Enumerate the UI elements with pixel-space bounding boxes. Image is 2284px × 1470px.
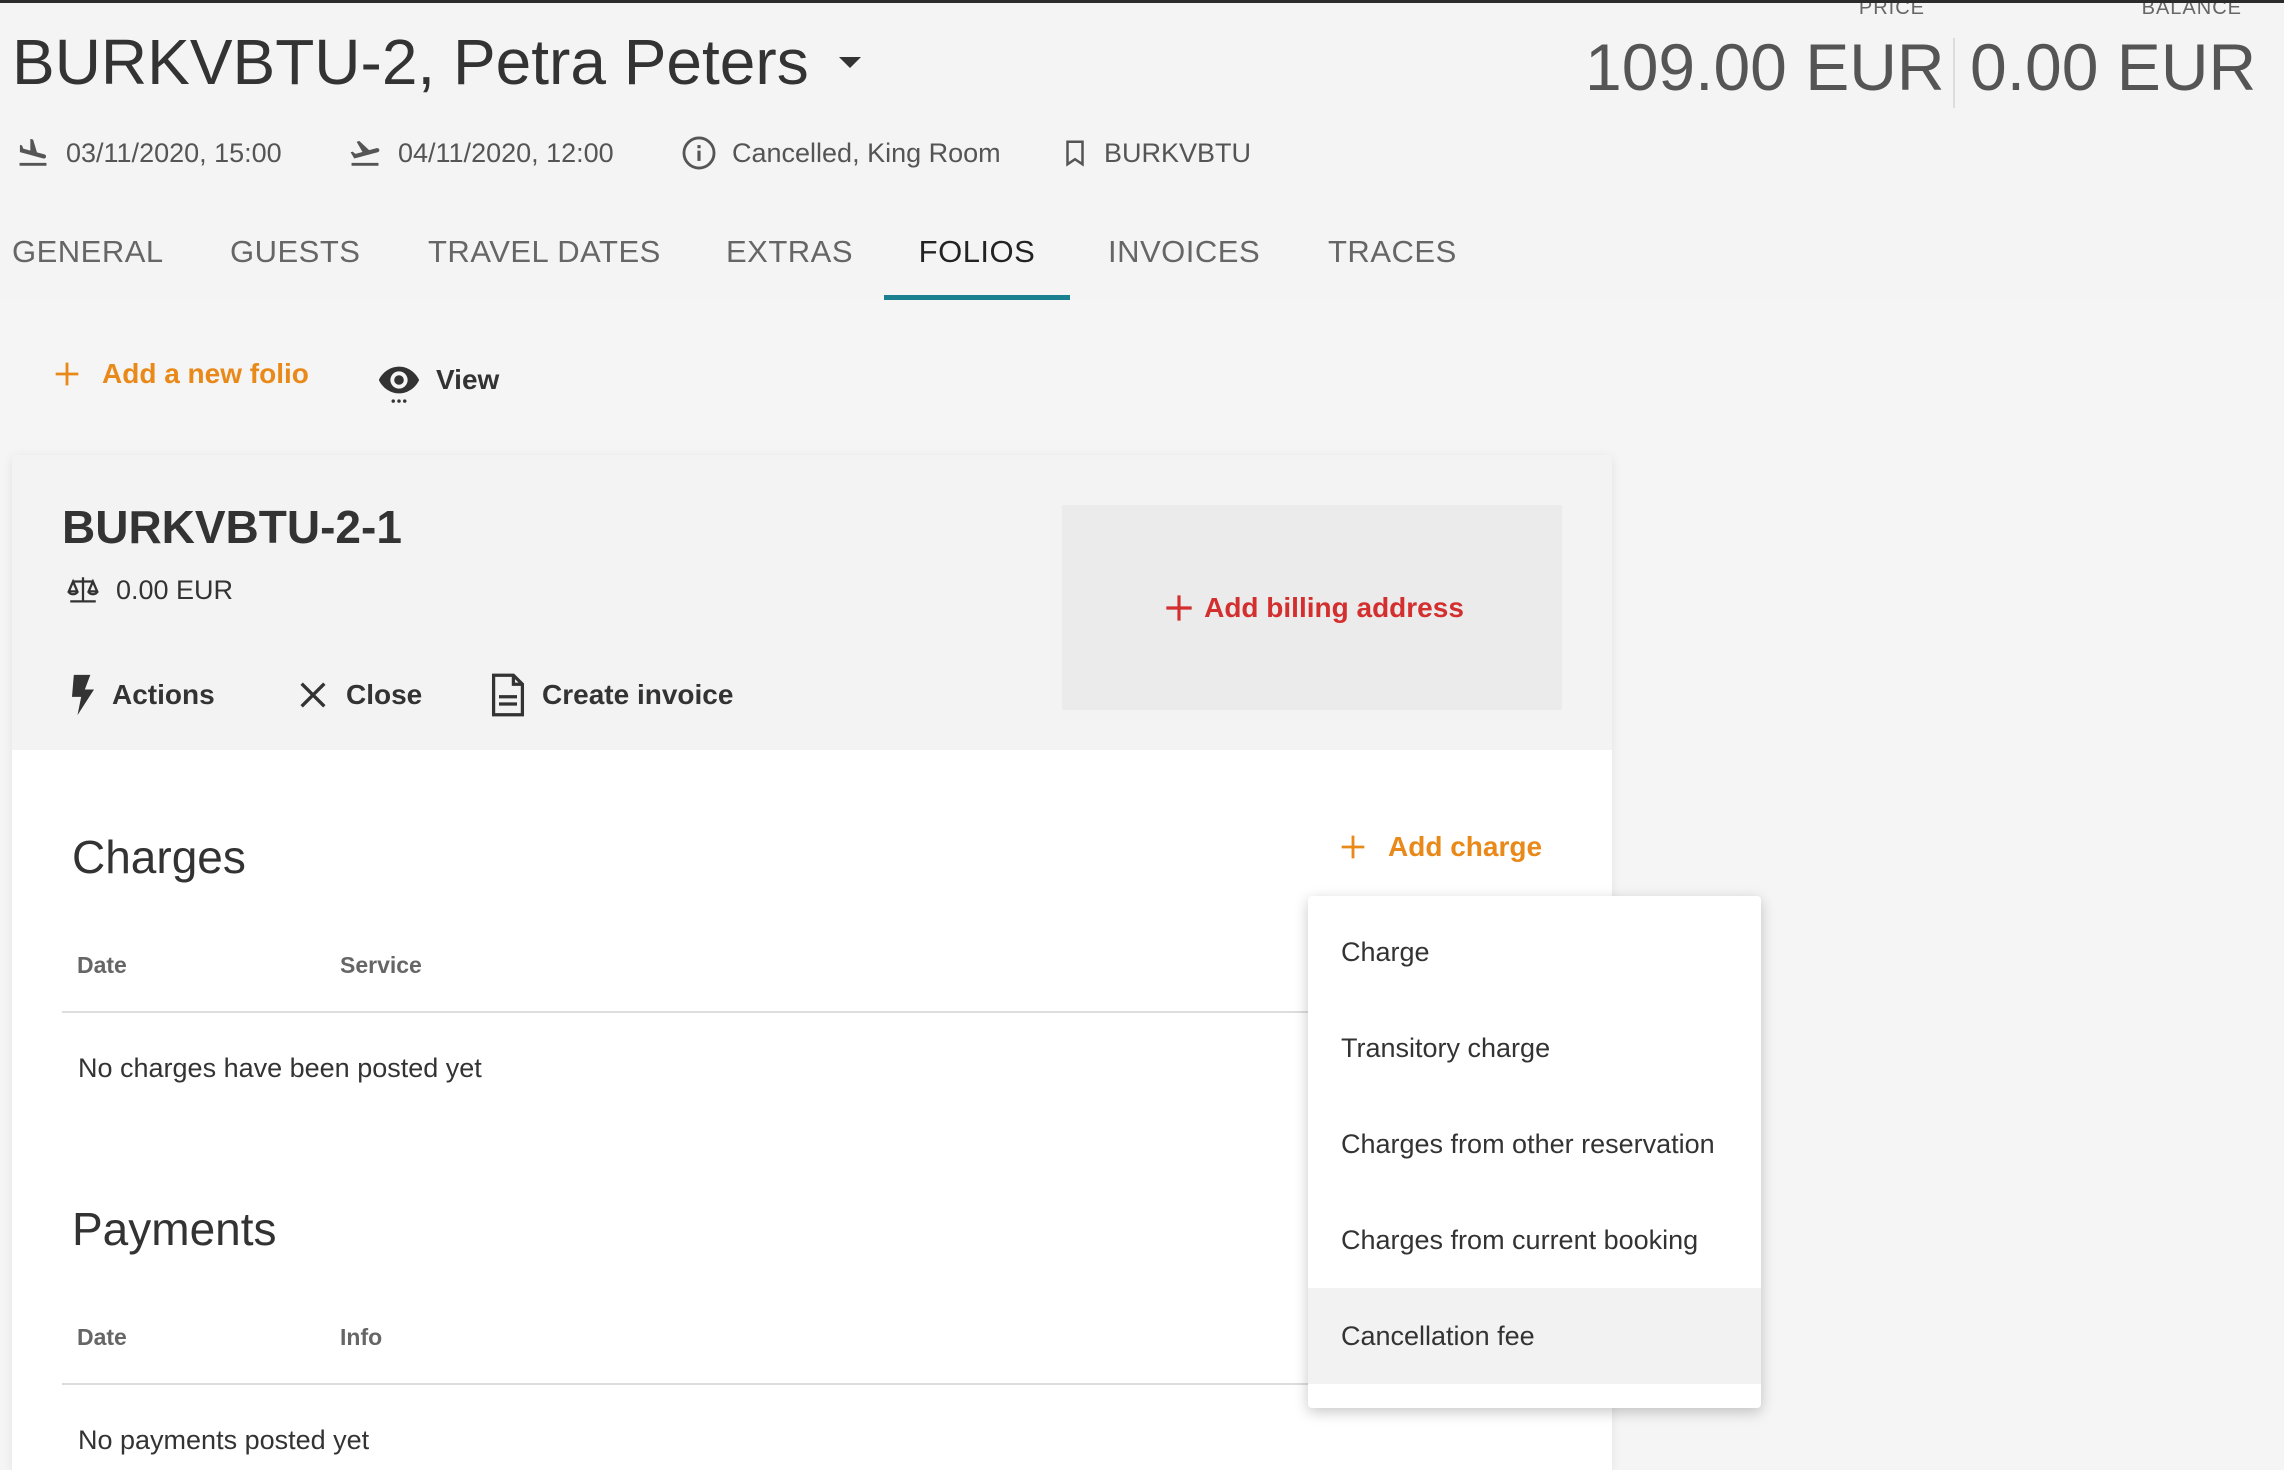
departure-date: 04/11/2020, 12:00 bbox=[398, 137, 614, 168]
flight-land-icon bbox=[19, 138, 47, 166]
reservation-status: Cancelled, King Room bbox=[732, 137, 1001, 168]
close-icon bbox=[300, 682, 326, 708]
plus-icon bbox=[1341, 835, 1365, 859]
folio-name: BURKVBTU-2-1 bbox=[62, 501, 402, 553]
add-folio-label: Add a new folio bbox=[102, 358, 309, 389]
billing-address-box: Add billing address bbox=[1062, 505, 1562, 710]
folio-header: BURKVBTU-2-1 0.00 EUR Actions Close Crea… bbox=[12, 455, 1612, 750]
close-label: Close bbox=[346, 679, 423, 710]
tab-guests[interactable]: GUESTS bbox=[230, 218, 360, 300]
caret-down-icon[interactable] bbox=[838, 56, 861, 68]
close-folio-button[interactable]: Close bbox=[296, 670, 422, 720]
booking-id[interactable]: BURKVBTU bbox=[1104, 138, 1251, 169]
tab-general[interactable]: GENERAL bbox=[12, 218, 163, 300]
payments-col-info: Info bbox=[340, 1324, 383, 1350]
add-charge-label: Add charge bbox=[1388, 831, 1543, 862]
menu-item-charge[interactable]: Charge bbox=[1308, 904, 1761, 1000]
add-charge-button[interactable]: Add charge bbox=[1336, 830, 1542, 864]
balance-scale-icon bbox=[67, 577, 99, 603]
tab-travel-dates[interactable]: TRAVEL DATES bbox=[428, 218, 660, 300]
plus-icon bbox=[1166, 594, 1192, 621]
balance-label: BALANCE bbox=[2141, 3, 2242, 19]
add-folio-button[interactable]: Add a new folio bbox=[50, 357, 309, 391]
view-button[interactable]: View bbox=[376, 357, 499, 403]
bookmark-icon bbox=[1066, 140, 1084, 167]
divider bbox=[1953, 38, 1955, 108]
folio-balance: 0.00 EUR bbox=[64, 573, 233, 607]
add-charge-menu: Charge Transitory charge Charges from ot… bbox=[1308, 896, 1761, 1408]
reservation-title-dropdown[interactable]: BURKVBTU-2, Petra Peters bbox=[12, 25, 861, 99]
payments-title: Payments bbox=[72, 1203, 277, 1255]
reservation-tabs: GENERAL GUESTS TRAVEL DATES EXTRAS FOLIO… bbox=[0, 218, 1500, 300]
menu-item-transitory-charge[interactable]: Transitory charge bbox=[1308, 1000, 1761, 1096]
add-billing-address-button[interactable]: Add billing address bbox=[1160, 589, 1464, 627]
payments-col-date: Date bbox=[77, 1324, 127, 1350]
charges-title: Charges bbox=[72, 831, 246, 883]
add-billing-label: Add billing address bbox=[1204, 591, 1464, 623]
charges-divider bbox=[62, 1011, 1342, 1013]
actions-label: Actions bbox=[112, 679, 215, 710]
tab-invoices[interactable]: INVOICES bbox=[1108, 218, 1260, 300]
charges-col-date: Date bbox=[77, 952, 127, 978]
charges-col-service: Service bbox=[340, 952, 422, 978]
arrival-date: 03/11/2020, 15:00 bbox=[66, 137, 282, 168]
reservation-header: BURKVBTU-2, Petra Peters PRICE 109.00 EU… bbox=[0, 3, 2284, 300]
flight-takeoff-icon bbox=[350, 141, 380, 166]
balance-value: 0.00 EUR bbox=[1970, 30, 2257, 104]
page-title: BURKVBTU-2, Petra Peters bbox=[12, 26, 809, 98]
departure-info: 04/11/2020, 12:00 bbox=[346, 133, 614, 173]
tab-traces[interactable]: TRACES bbox=[1328, 218, 1456, 300]
menu-item-cancellation-fee[interactable]: Cancellation fee bbox=[1308, 1288, 1761, 1384]
create-invoice-label: Create invoice bbox=[542, 679, 734, 710]
payments-empty-message: No payments posted yet bbox=[78, 1425, 370, 1455]
menu-item-charges-other-reservation[interactable]: Charges from other reservation bbox=[1308, 1096, 1761, 1192]
view-label: View bbox=[436, 364, 500, 395]
info-icon bbox=[682, 136, 716, 170]
eye-icon bbox=[378, 366, 420, 403]
folio-balance-value: 0.00 EUR bbox=[116, 574, 234, 605]
balance-block: BALANCE 0.00 EUR bbox=[1970, 3, 2257, 105]
document-icon bbox=[491, 673, 525, 717]
price-value: 109.00 EUR bbox=[1585, 30, 1945, 104]
payments-divider bbox=[62, 1383, 1342, 1385]
menu-item-charges-current-booking[interactable]: Charges from current booking bbox=[1308, 1192, 1761, 1288]
price-block: PRICE 109.00 EUR bbox=[1585, 3, 1945, 105]
arrival-info: 03/11/2020, 15:00 bbox=[14, 133, 282, 173]
create-invoice-button[interactable]: Create invoice bbox=[490, 670, 733, 720]
charges-empty-message: No charges have been posted yet bbox=[78, 1053, 482, 1083]
booking-info[interactable]: BURKVBTU bbox=[1060, 133, 1251, 173]
lightning-icon bbox=[72, 674, 94, 716]
tab-extras[interactable]: EXTRAS bbox=[726, 218, 853, 300]
folio-actions: Actions Close Create invoice bbox=[70, 670, 970, 720]
reservation-meta: 03/11/2020, 15:00 04/11/2020, 12:00 Canc… bbox=[0, 133, 1400, 173]
status-info: Cancelled, King Room bbox=[680, 133, 1001, 173]
tab-folios[interactable]: FOLIOS bbox=[884, 218, 1070, 300]
actions-button[interactable]: Actions bbox=[70, 670, 215, 720]
plus-icon bbox=[55, 362, 79, 386]
price-label: PRICE bbox=[1858, 3, 1925, 19]
